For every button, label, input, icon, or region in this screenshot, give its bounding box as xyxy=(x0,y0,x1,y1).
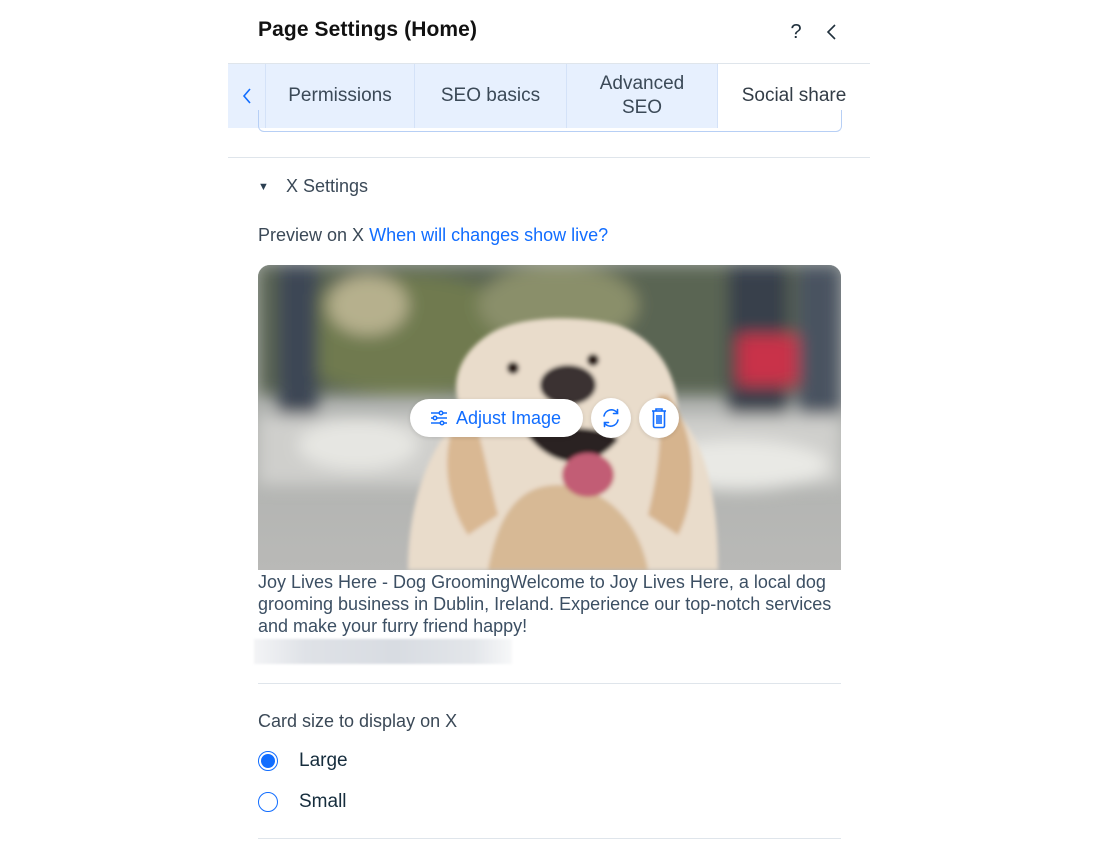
chevron-left-icon xyxy=(826,24,836,40)
tab-label: SEO basics xyxy=(440,85,541,106)
card-size-small-option[interactable]: Small xyxy=(258,791,347,813)
panel-header: Page Settings (Home) ? xyxy=(258,14,850,50)
replace-image-button[interactable] xyxy=(591,398,632,438)
card-size-large-option[interactable]: Large xyxy=(258,750,348,772)
adjust-image-label: Adjust Image xyxy=(456,407,562,428)
page-title: Page Settings (Home) xyxy=(258,18,478,41)
tab-label: Social share xyxy=(741,85,847,106)
radio-small[interactable] xyxy=(258,792,278,812)
divider xyxy=(228,157,870,158)
trash-icon xyxy=(652,408,667,429)
card-size-label: Card size to display on X xyxy=(258,711,458,731)
adjust-image-button[interactable]: Adjust Image xyxy=(410,399,584,437)
delete-image-button[interactable] xyxy=(639,398,680,438)
question-mark-icon: ? xyxy=(790,20,802,43)
refresh-icon xyxy=(603,408,619,428)
radio-large[interactable] xyxy=(258,751,278,771)
caret-down-icon: ▼ xyxy=(258,180,269,193)
radio-selected-dot xyxy=(261,754,275,768)
previous-field-edge xyxy=(258,110,842,132)
preview-line: Preview on X When will changes show live… xyxy=(258,225,608,246)
page-settings-panel: Page Settings (Home) ? Permissions SEO b… xyxy=(228,0,870,860)
tab-label: Permissions xyxy=(288,85,392,106)
collapse-panel-button[interactable] xyxy=(820,18,844,46)
divider xyxy=(258,838,841,839)
changes-live-link[interactable]: When will changes show live? xyxy=(369,225,608,245)
image-actions: Adjust Image xyxy=(410,398,680,438)
x-card-title-description: Joy Lives Here - Dog GroomingWelcome to … xyxy=(258,572,832,636)
divider xyxy=(258,683,841,684)
preview-label: Preview on X xyxy=(258,225,365,245)
help-button[interactable]: ? xyxy=(784,18,808,46)
radio-label-small: Small xyxy=(299,791,347,812)
chevron-left-icon xyxy=(242,88,251,104)
sliders-icon xyxy=(431,410,447,426)
x-settings-title: X Settings xyxy=(286,176,369,196)
x-settings-toggle[interactable]: ▼ X Settings xyxy=(258,176,368,197)
radio-label-large: Large xyxy=(299,750,348,771)
blurred-url xyxy=(254,639,512,664)
